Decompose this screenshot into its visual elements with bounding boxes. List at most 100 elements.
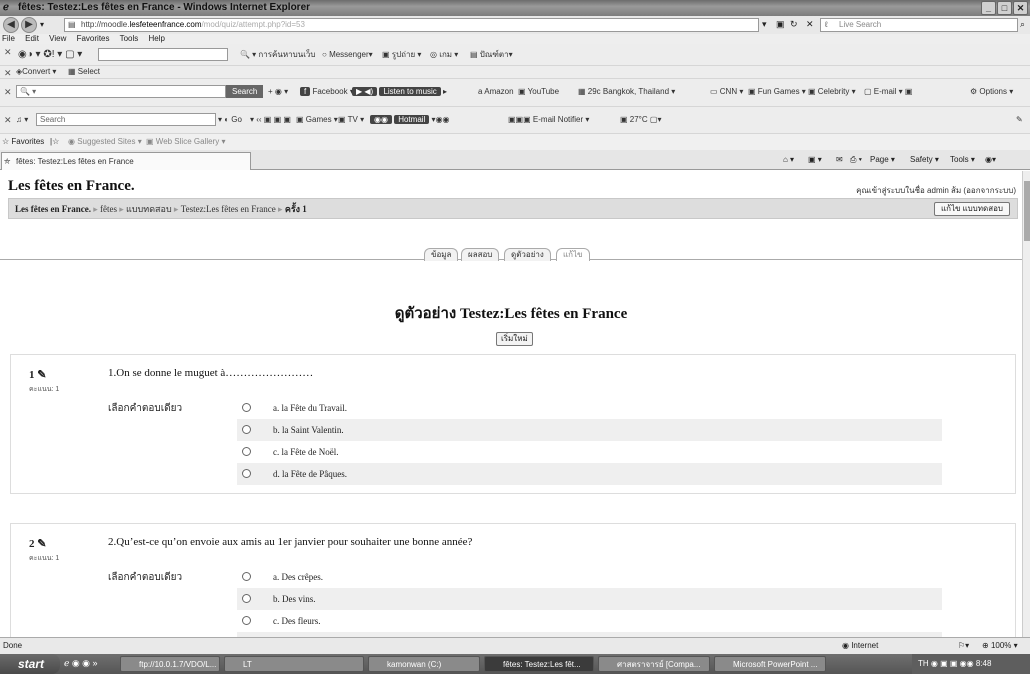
tray-icons[interactable]: ◉ ▣ ▣ ◉◉ [931, 659, 976, 668]
task-thai-doc[interactable]: ศาสตราจารย์ [Compa... [598, 656, 710, 672]
toolbar4-icons[interactable]: ▾ ‹‹ ▣ ▣ ▣ [250, 114, 291, 126]
messenger-button[interactable]: ○ Messenger▾ [322, 49, 373, 61]
edit-question-icon[interactable]: ✎ [37, 369, 46, 381]
edit-quiz-button[interactable]: แก้ไข แบบทดสอบ [933, 202, 1010, 216]
task-powerpoint[interactable]: Microsoft PowerPoint ... [714, 656, 826, 672]
options-button[interactable]: ⚙ Options ▾ [970, 86, 1013, 98]
maximize-button[interactable]: □ [997, 1, 1012, 15]
games-button[interactable]: ◎ เกม ▾ [430, 49, 458, 61]
radio-button[interactable] [242, 425, 251, 434]
menu-favorites[interactable]: Favorites [77, 34, 110, 43]
radio-button[interactable] [242, 403, 251, 412]
photos-button[interactable]: ▣ รูปถ่าย ▾ [382, 49, 421, 61]
add-favorites-icon[interactable]: |☆ [50, 136, 59, 148]
suggested-sites-button[interactable]: ◉ Suggested Sites ▾ [68, 136, 142, 148]
answer-option[interactable]: c. la Fête de Noël. [237, 441, 942, 463]
live-search-input[interactable]: ℓ Live Search [820, 18, 1018, 32]
zoom-control[interactable]: ⊕ 100% ▾ [982, 638, 1018, 654]
feeds-icon[interactable]: ▣ ▾ [808, 154, 822, 166]
minimize-button[interactable]: _ [981, 1, 996, 15]
start-again-button[interactable]: เริ่มใหม่ [496, 332, 533, 346]
convert-button[interactable]: ◈Convert ▾ [16, 66, 56, 78]
recent-pages-dropdown-icon[interactable]: ▾ [40, 20, 44, 29]
tab-current[interactable]: ⛤ fêtes: Testez:Les fêtes en France [1, 152, 251, 170]
youtube-button[interactable]: ▣ YouTube [518, 86, 559, 98]
search-go-icon[interactable]: ⌕ [1020, 19, 1025, 30]
tab-info[interactable]: ข้อมูล [424, 248, 459, 261]
close-toolbar2-icon[interactable]: ✕ [4, 68, 12, 79]
address-dropdown-icon[interactable]: ▾ [762, 19, 767, 30]
menu-help[interactable]: Help [149, 34, 165, 43]
close-toolbar-icon[interactable]: ✕ [4, 47, 12, 58]
language-indicator[interactable]: TH [918, 659, 929, 668]
cnn-button[interactable]: ▭ CNN ▾ [710, 86, 743, 98]
temperature-button[interactable]: ▣ 27°C ▢▾ [620, 114, 661, 126]
task-kamonwan[interactable]: kamonwan (C:) [368, 656, 480, 672]
site-title[interactable]: Les fêtes en France. [8, 178, 135, 195]
answer-option[interactable]: a. Des crêpes. [237, 566, 942, 588]
task-lt[interactable]: LT [224, 656, 364, 672]
go-button[interactable]: ▾ ◐ Go [218, 114, 242, 126]
answer-option[interactable]: a. la Fête du Travail. [237, 397, 942, 419]
home-icon[interactable]: ⌂ ▾ [783, 154, 794, 166]
radio-button[interactable] [242, 469, 251, 478]
answer-option[interactable]: d. la Fête de Pâques. [237, 463, 942, 485]
web-search-field[interactable]: 🔍 ▾ การค้นหาบนเว็บ [240, 49, 316, 61]
mail-icon[interactable]: ✉ [836, 154, 843, 166]
favorites-button[interactable]: ☆ Favorites [2, 136, 44, 148]
answer-option[interactable]: c. Des fleurs. [237, 610, 942, 632]
tools-menu[interactable]: Tools ▾ [950, 154, 975, 166]
select-button[interactable]: ▦ Select [68, 66, 100, 78]
breadcrumb-quiz[interactable]: Testez:Les fêtes en France [181, 204, 276, 214]
web-slice-gallery-button[interactable]: ▣ Web Slice Gallery ▾ [146, 136, 225, 148]
safety-menu[interactable]: Safety ▾ [910, 154, 939, 166]
edit-question-icon[interactable]: ✎ [37, 538, 46, 550]
compat-view-icon[interactable]: ▣ [776, 19, 785, 30]
breadcrumb-quizzes[interactable]: แบบทดสอบ [126, 204, 172, 214]
radio-button[interactable] [242, 572, 251, 581]
tv-menu-button[interactable]: ▣ TV ▾ [338, 114, 364, 126]
toolbar3-tool-icons[interactable]: + ◉ ▾ [268, 86, 288, 98]
hotmail-button[interactable]: ◉◉ Hotmail ▾◉◉ [370, 114, 450, 126]
print-icon[interactable]: ⎙ ▾ [850, 154, 862, 166]
close-toolbar4-icon[interactable]: ✕ [4, 115, 12, 126]
listen-to-music-button[interactable]: ▶ ◀) Listen to music ▸ [352, 86, 447, 98]
radio-button[interactable] [242, 616, 251, 625]
email-button[interactable]: ▢ E-mail ▾ ▣ [864, 86, 912, 98]
menu-edit[interactable]: Edit [25, 34, 39, 43]
security-zone[interactable]: ◉ Internet [842, 638, 878, 654]
fun-games-button[interactable]: ▣ Fun Games ▾ [748, 86, 806, 98]
toolbar1-input[interactable] [98, 48, 228, 61]
quick-launch-icons[interactable]: ℯ ◉ ◉ » [64, 658, 98, 669]
tab-preview[interactable]: ดูตัวอย่าง [504, 248, 551, 261]
calendar-button[interactable]: ▤ ปัณฑ์ตา▾ [470, 49, 513, 61]
msn-logo-icon[interactable]: ◉◑ ▾ ✪! ▾ ▢ ▾ [18, 49, 82, 61]
menu-file[interactable]: File [2, 34, 15, 43]
close-button[interactable]: ✕ [1013, 1, 1028, 15]
toolbar4-search-input[interactable]: Search [36, 113, 216, 126]
answer-option[interactable]: b. la Saint Valentin. [237, 419, 942, 441]
menu-tools[interactable]: Tools [120, 34, 139, 43]
help-icon[interactable]: ◉▾ [985, 154, 996, 166]
facebook-button[interactable]: f Facebook ▾ [300, 86, 354, 98]
start-button[interactable]: start [0, 654, 60, 674]
scrollbar-thumb[interactable] [1024, 181, 1030, 241]
weather-button[interactable]: ▦ 29c Bangkok, Thailand ▾ [578, 86, 675, 98]
games-menu-button[interactable]: ▣ Games ▾ [296, 114, 338, 126]
breadcrumb-course[interactable]: Les fêtes en France. [15, 204, 91, 214]
forward-button[interactable]: ▶ [21, 17, 37, 33]
amazon-button[interactable]: a Amazon [478, 86, 514, 98]
address-input[interactable]: ▤ http://moodle.lesfeteenfrance.com/mod/… [64, 18, 759, 32]
login-info[interactable]: คุณเข้าสู่ระบบในชื่อ admin ส้ม (ออกจากระ… [856, 184, 1016, 197]
task-ie[interactable]: fêtes: Testez:Les fêt... [484, 656, 594, 672]
toolbar-search-button[interactable]: Search [226, 85, 264, 98]
page-menu[interactable]: Page ▾ [870, 154, 895, 166]
refresh-icon[interactable]: ↻ [790, 19, 798, 30]
radio-button[interactable] [242, 594, 251, 603]
celebrity-button[interactable]: ▣ Celebrity ▾ [808, 86, 856, 98]
tab-results[interactable]: ผลสอบ [461, 248, 500, 261]
email-notifier-button[interactable]: ▣▣▣ E-mail Notifier ▾ [508, 114, 589, 126]
toolbar4-logo-icon[interactable]: ♫ ▾ [16, 114, 28, 126]
toolbar4-wrench-icon[interactable]: ✎ [1016, 114, 1023, 126]
vertical-scrollbar[interactable] [1022, 171, 1030, 637]
